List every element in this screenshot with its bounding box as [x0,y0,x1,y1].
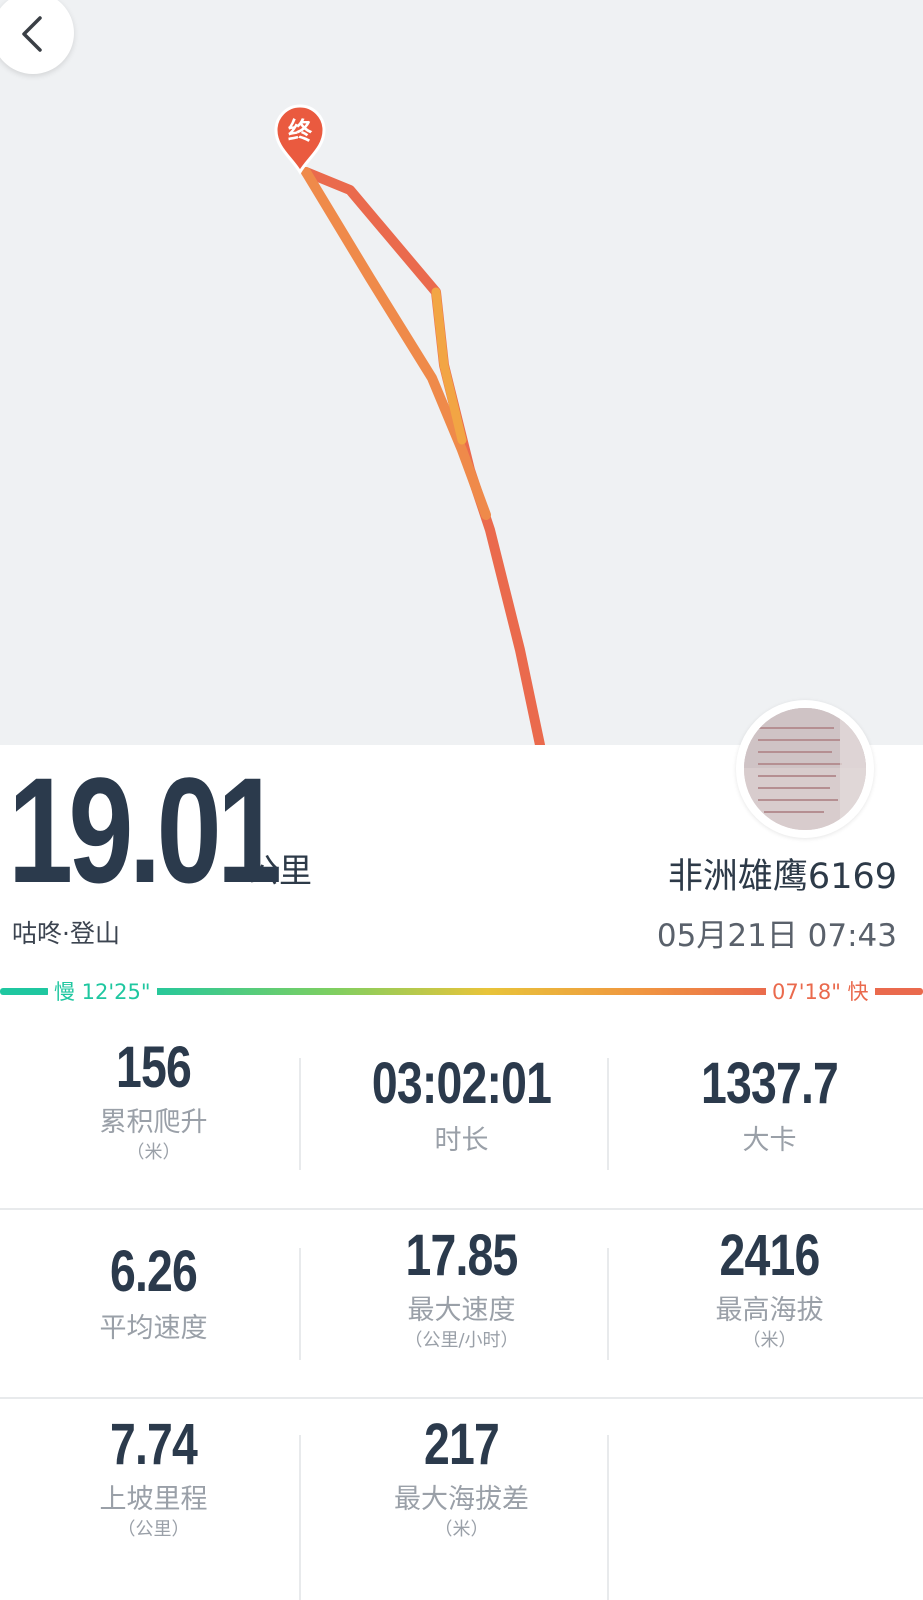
stats-row: 156 累积爬升 （米） 03:02:01 时长 1337.7 大卡 [0,1020,923,1208]
stat-duration: 03:02:01 时长 [308,1020,615,1208]
stat-unit: （米） [434,1519,489,1540]
stat-value: 1337.7 [700,1051,839,1116]
stat-max-altitude-difference: 217 最大海拔差 （米） [308,1399,615,1587]
divider [299,1248,301,1360]
stat-max-altitude: 2416 最高海拔 （米） [616,1210,923,1398]
stat-unit: （公里/小时） [404,1330,519,1351]
stat-unit: （公里） [117,1519,190,1540]
stat-label: 最大速度 [407,1295,516,1326]
stat-label: 平均速度 [99,1313,208,1344]
stat-value: 217 [423,1412,500,1477]
avatar-image [744,708,866,830]
distance-display: 19.01 公里 [8,746,312,914]
end-marker-label: 终 [288,117,313,145]
stat-calories: 1337.7 大卡 [616,1020,923,1208]
divider [607,1248,609,1360]
stats-row: 6.26 平均速度 17.85 最大速度 （公里/小时） 2416 最高海拔 （… [0,1210,923,1398]
stat-total-ascent: 156 累积爬升 （米） [0,1020,307,1208]
avatar[interactable] [736,700,874,838]
pace-fast-label: 07'18" 快 [766,977,875,1007]
route-track: 终 [274,104,545,745]
pace-legend-gradient [140,988,770,995]
pace-legend: 慢 12'25" 07'18" 快 [0,977,923,1007]
stat-value: 2416 [719,1223,820,1288]
stat-value: 156 [115,1035,192,1100]
pace-slow-label: 慢 12'25" [48,977,157,1007]
stat-value: 7.74 [109,1412,198,1477]
stat-max-speed: 17.85 最大速度 （公里/小时） [308,1210,615,1398]
stat-average-speed: 6.26 平均速度 [0,1210,307,1398]
stat-value: 17.85 [405,1223,518,1288]
stat-label: 大卡 [742,1125,797,1156]
stat-label: 上坡里程 [99,1484,208,1515]
stat-unit: （米） [126,1142,181,1163]
end-marker: 终 [274,104,326,176]
stat-value: 6.26 [109,1239,198,1304]
activity-datetime: 05月21日 07:43 [656,918,897,954]
stat-uphill-distance: 7.74 上坡里程 （公里） [0,1399,307,1587]
divider [607,1435,609,1600]
stat-unit: （米） [742,1330,797,1351]
stat-label: 累积爬升 [99,1107,208,1138]
divider [607,1058,609,1170]
activity-type: 咕咚·登山 [12,919,120,948]
divider [299,1058,301,1170]
stat-value: 03:02:01 [371,1051,552,1116]
distance-value: 19.01 [8,746,282,914]
stat-label: 最高海拔 [715,1295,824,1326]
username[interactable]: 非洲雄鹰6169 [668,848,897,899]
stats-row: 7.74 上坡里程 （公里） 217 最大海拔差 （米） [0,1399,923,1587]
route-map[interactable]: 终 [0,0,923,745]
stat-label: 最大海拔差 [394,1484,529,1515]
stat-label: 时长 [434,1125,489,1156]
chevron-left-icon [22,16,42,52]
divider [299,1435,301,1600]
pace-legend-slow-segment [0,988,50,995]
